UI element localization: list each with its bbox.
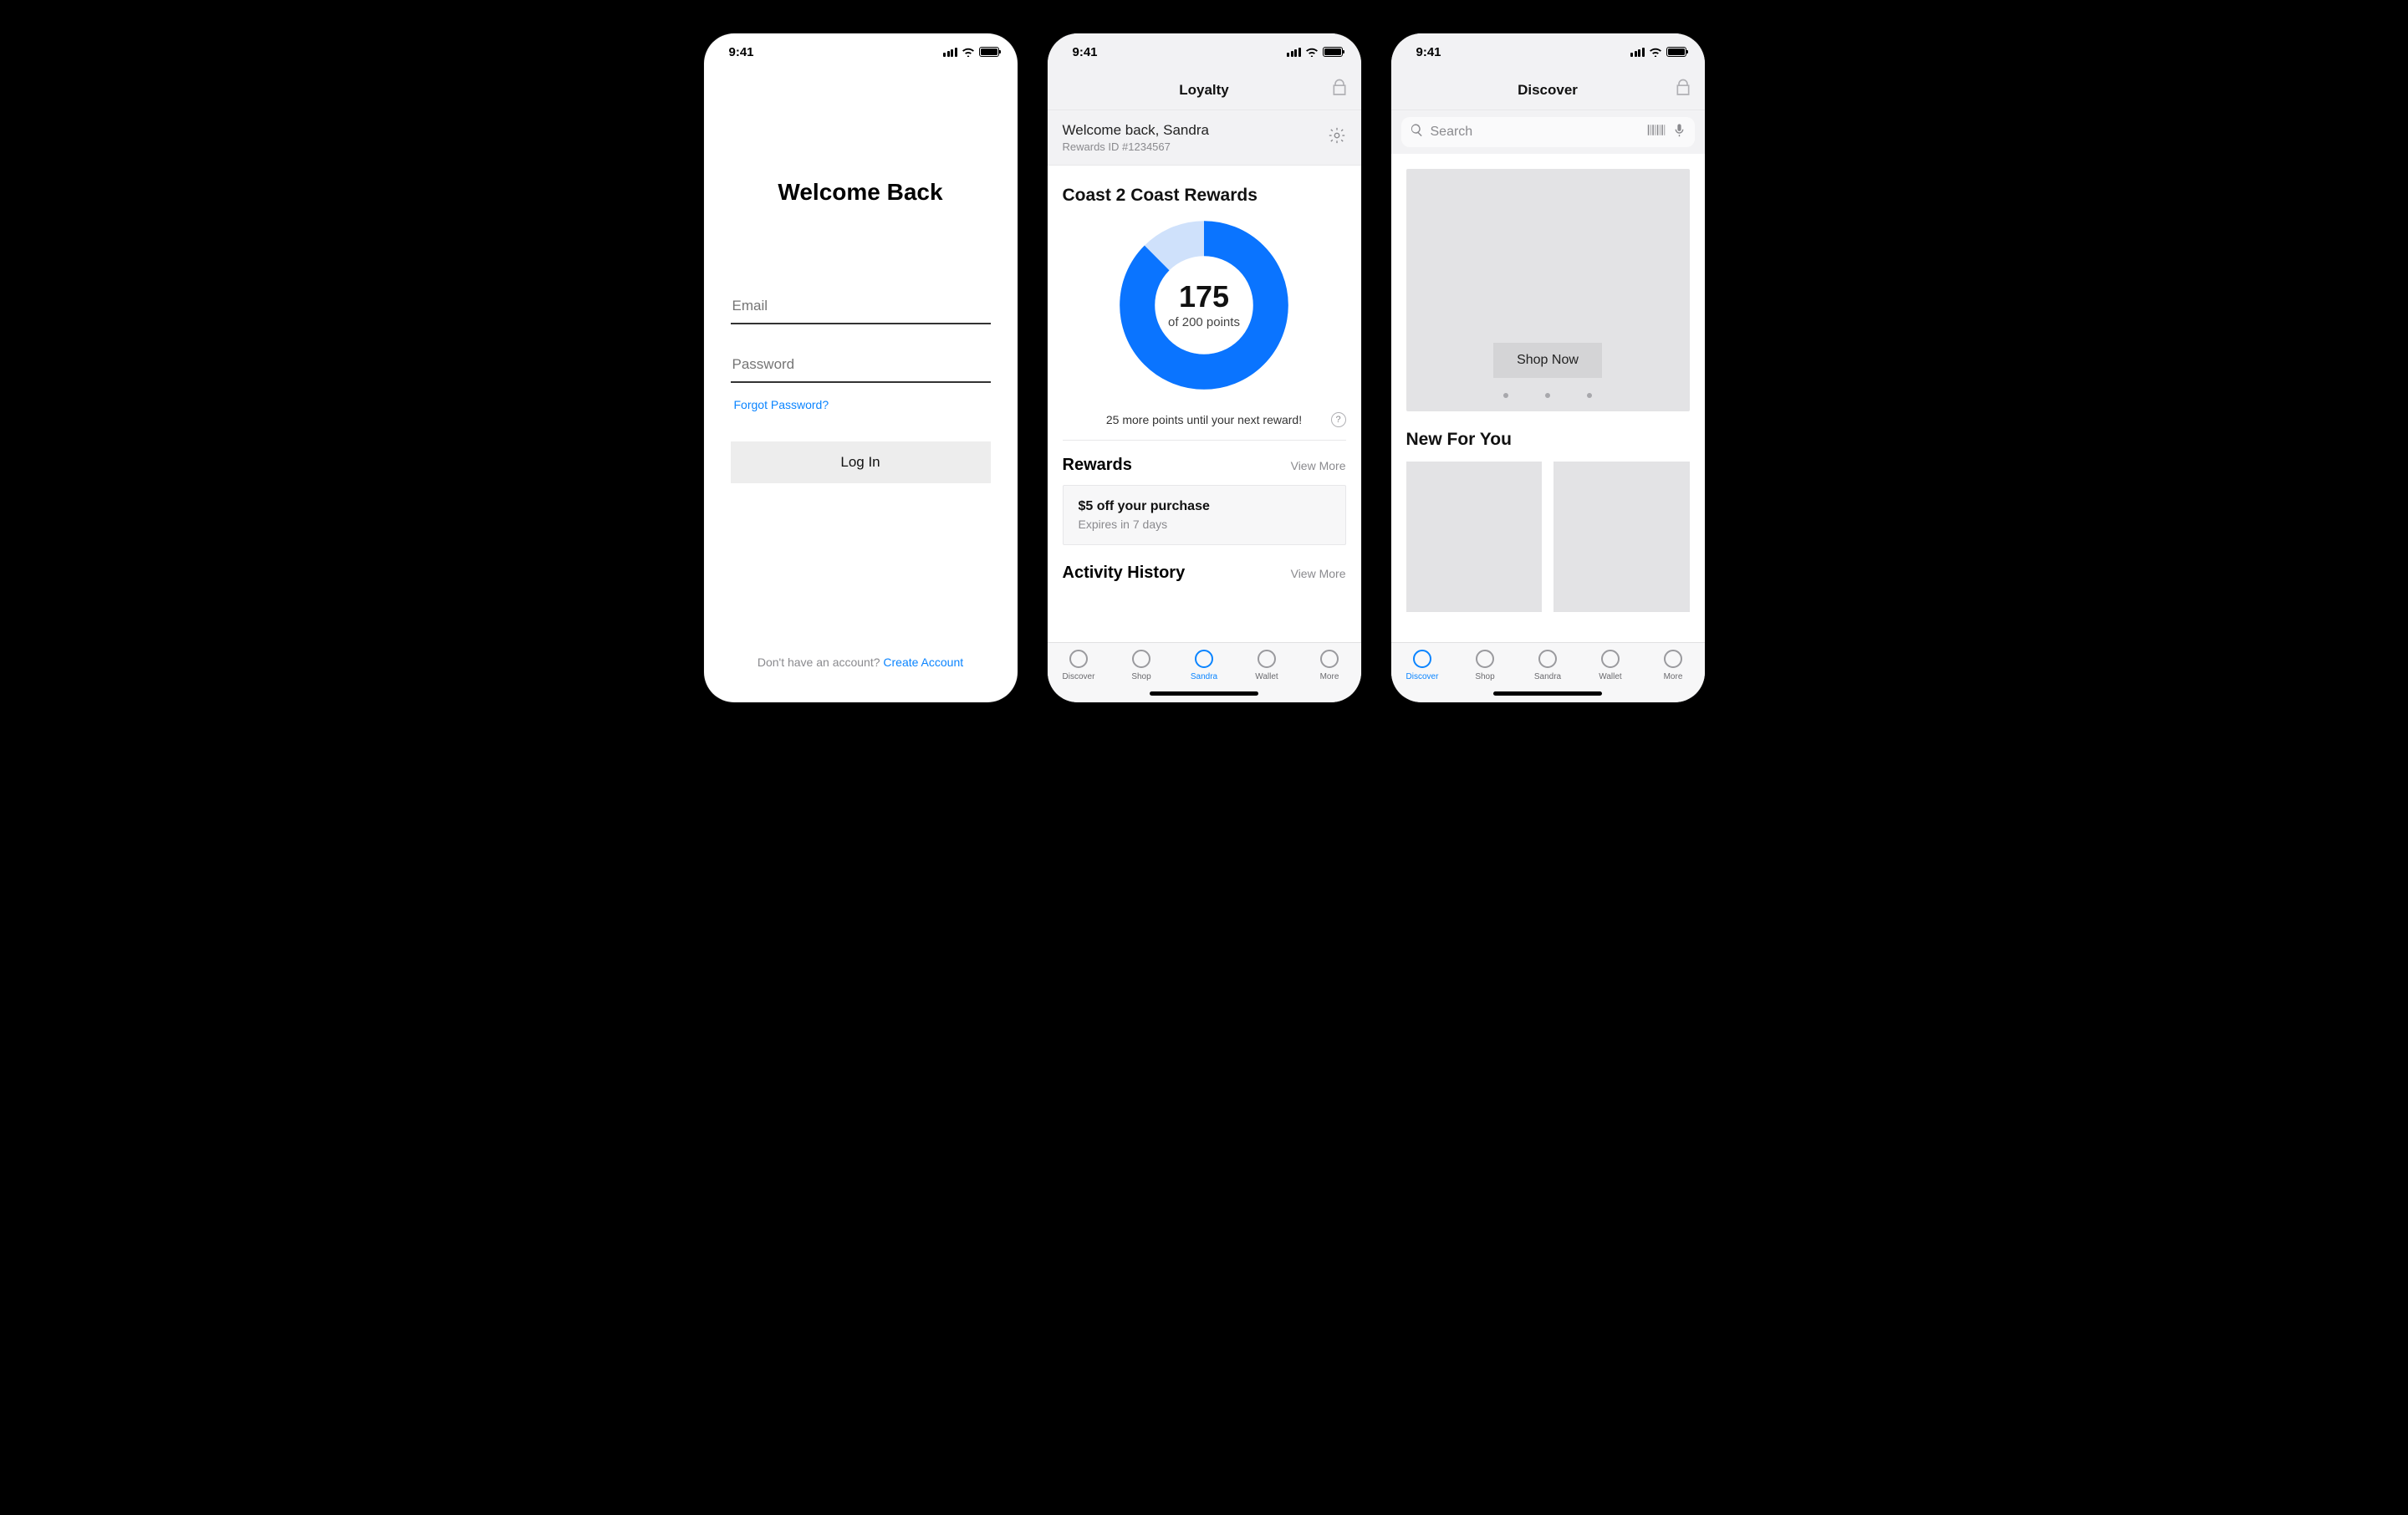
circle-icon [1413, 650, 1431, 668]
tab-more[interactable]: More [1304, 650, 1354, 681]
email-field[interactable] [731, 289, 991, 324]
reward-card[interactable]: $5 off your purchase Expires in 7 days [1063, 485, 1346, 545]
tab-shop[interactable]: Shop [1460, 650, 1510, 681]
hero-banner[interactable]: Shop Now [1406, 169, 1690, 411]
tab-bar: Discover Shop Sandra Wallet More [1391, 642, 1705, 702]
login-footer: Don't have an account? Create Account [731, 655, 991, 669]
status-time: 9:41 [1073, 45, 1098, 59]
status-time: 9:41 [729, 45, 754, 59]
tab-wallet[interactable]: Wallet [1585, 650, 1635, 681]
points-of-total: of 200 points [1168, 315, 1240, 329]
tab-discover[interactable]: Discover [1397, 650, 1447, 681]
loyalty-content: Coast 2 Coast Rewards 175 of 200 points … [1048, 166, 1361, 642]
status-icons [943, 47, 999, 57]
shop-now-button[interactable]: Shop Now [1493, 343, 1602, 378]
nav-title: Discover [1518, 82, 1578, 99]
status-bar: 9:41 [704, 33, 1018, 70]
wifi-icon [1305, 47, 1319, 57]
tab-sandra[interactable]: Sandra [1179, 650, 1229, 681]
login-body: Welcome Back Forgot Password? Log In Don… [704, 70, 1018, 702]
status-bar: 9:41 [1048, 33, 1361, 70]
help-icon[interactable]: ? [1331, 412, 1346, 427]
circle-icon [1664, 650, 1682, 668]
nav-title: Loyalty [1179, 82, 1229, 99]
tab-shop[interactable]: Shop [1116, 650, 1166, 681]
circle-icon [1538, 650, 1557, 668]
product-tile[interactable] [1553, 462, 1690, 612]
battery-icon [979, 47, 999, 57]
circle-icon [1476, 650, 1494, 668]
nav-bar: Loyalty [1048, 70, 1361, 110]
home-indicator[interactable] [1493, 691, 1602, 696]
tab-more[interactable]: More [1648, 650, 1698, 681]
product-tiles [1406, 462, 1690, 612]
bag-icon[interactable] [1331, 79, 1348, 101]
discover-content: Shop Now New For You [1391, 154, 1705, 642]
gear-icon[interactable] [1328, 126, 1346, 149]
tab-discover[interactable]: Discover [1054, 650, 1104, 681]
cellular-signal-icon [1287, 48, 1301, 57]
barcode-icon[interactable] [1647, 123, 1666, 141]
create-account-link[interactable]: Create Account [883, 655, 963, 669]
progress-row: 25 more points until your next reward! ? [1063, 405, 1346, 441]
cellular-signal-icon [943, 48, 957, 57]
no-account-text: Don't have an account? [758, 655, 884, 669]
circle-icon [1132, 650, 1150, 668]
activity-section-header: Activity History View More [1063, 564, 1346, 583]
points-donut: 175 of 200 points [1063, 217, 1346, 393]
tab-bar: Discover Shop Sandra Wallet More [1048, 642, 1361, 702]
wifi-icon [962, 47, 975, 57]
search-wrap: Search [1391, 110, 1705, 154]
wifi-icon [1649, 47, 1662, 57]
product-tile[interactable] [1406, 462, 1543, 612]
status-icons [1630, 47, 1686, 57]
bag-icon[interactable] [1675, 79, 1691, 101]
circle-icon [1320, 650, 1339, 668]
password-field[interactable] [731, 348, 991, 383]
circle-icon [1195, 650, 1213, 668]
battery-icon [1323, 47, 1343, 57]
login-title: Welcome Back [731, 179, 991, 206]
status-time: 9:41 [1416, 45, 1441, 59]
progress-message: 25 more points until your next reward! [1106, 413, 1302, 426]
status-bar: 9:41 [1391, 33, 1705, 70]
forgot-password-link[interactable]: Forgot Password? [731, 398, 991, 411]
login-screen: 9:41 Welcome Back Forgot Password? Log I… [704, 33, 1018, 702]
search-placeholder: Search [1431, 125, 1640, 140]
reward-title: $5 off your purchase [1079, 499, 1330, 514]
cellular-signal-icon [1630, 48, 1645, 57]
search-input[interactable]: Search [1401, 117, 1695, 147]
rewards-heading: Rewards [1063, 456, 1132, 475]
circle-icon [1069, 650, 1088, 668]
login-button[interactable]: Log In [731, 441, 991, 483]
circle-icon [1258, 650, 1276, 668]
battery-icon [1666, 47, 1686, 57]
activity-heading: Activity History [1063, 564, 1186, 583]
program-title: Coast 2 Coast Rewards [1063, 186, 1346, 206]
tab-sandra[interactable]: Sandra [1523, 650, 1573, 681]
status-icons [1287, 47, 1343, 57]
rewards-view-more[interactable]: View More [1291, 459, 1346, 472]
welcome-name: Welcome back, Sandra [1063, 122, 1209, 139]
discover-screen: 9:41 Discover Search Shop [1391, 33, 1705, 702]
carousel-dots[interactable] [1503, 393, 1592, 398]
rewards-section-header: Rewards View More [1063, 456, 1346, 475]
mic-icon[interactable] [1672, 123, 1686, 141]
welcome-bar: Welcome back, Sandra Rewards ID #1234567 [1048, 110, 1361, 166]
nav-bar: Discover [1391, 70, 1705, 110]
rewards-id: Rewards ID #1234567 [1063, 140, 1209, 153]
loyalty-screen: 9:41 Loyalty Welcome back, Sandra Reward… [1048, 33, 1361, 702]
new-for-you-heading: New For You [1406, 430, 1690, 450]
tab-wallet[interactable]: Wallet [1242, 650, 1292, 681]
home-indicator[interactable] [1150, 691, 1258, 696]
loyalty-body: Welcome back, Sandra Rewards ID #1234567… [1048, 110, 1361, 702]
circle-icon [1601, 650, 1620, 668]
search-icon [1410, 123, 1424, 141]
discover-body: Shop Now New For You Discover Shop Sandr… [1391, 154, 1705, 702]
points-value: 175 [1179, 282, 1229, 312]
activity-view-more[interactable]: View More [1291, 567, 1346, 580]
reward-expires: Expires in 7 days [1079, 518, 1330, 531]
